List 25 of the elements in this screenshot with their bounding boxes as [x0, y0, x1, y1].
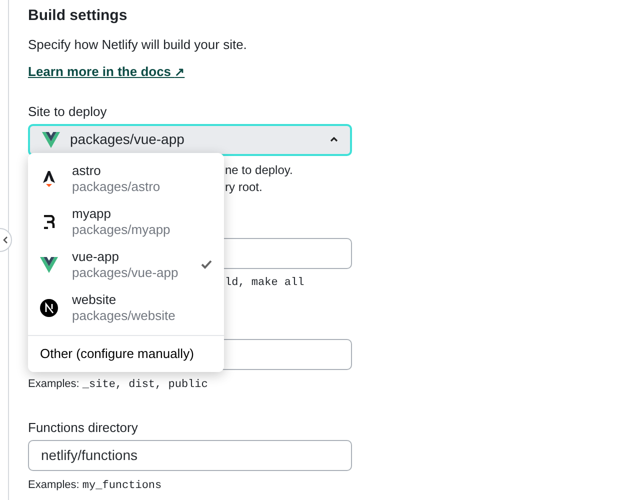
hint-text: ld, make all: [225, 276, 304, 290]
dropdown-option[interactable]: website packages/website: [28, 286, 224, 329]
hint-text: Examples: _site, dist, public: [28, 376, 209, 392]
caret-icon: [330, 137, 338, 142]
dropdown-option[interactable]: astro packages/astro: [28, 157, 224, 200]
help-text: ne to deploy.: [225, 162, 294, 178]
dropdown-option[interactable]: Other (configure manually): [28, 335, 224, 372]
logo-icon: [43, 214, 55, 228]
external-link-icon: ↗: [174, 65, 185, 79]
dropdown-option[interactable]: myapp packages/myapp: [28, 200, 224, 243]
chevron-icon: [2, 236, 8, 244]
docs-link[interactable]: Learn more in the docs ↗: [28, 64, 185, 79]
text-field[interactable]: netlify/functions: [28, 440, 352, 470]
field-label: Site to deploy: [28, 102, 108, 120]
logo-icon: [40, 298, 58, 316]
section-title: Build settings: [28, 6, 128, 26]
logo-icon: [40, 256, 58, 272]
dropdown-option[interactable]: vue-app packages/vue-app: [28, 243, 224, 286]
help-text: ry root.: [225, 178, 264, 196]
logo-icon: [42, 170, 56, 188]
site-select[interactable]: packages/vue-app: [28, 124, 352, 156]
hint-text: Examples: my_functions: [28, 478, 163, 494]
description: Specify how Netlify will build your site.: [28, 36, 248, 54]
logo-icon: [42, 132, 60, 148]
field-label: Functions directory: [28, 418, 139, 436]
